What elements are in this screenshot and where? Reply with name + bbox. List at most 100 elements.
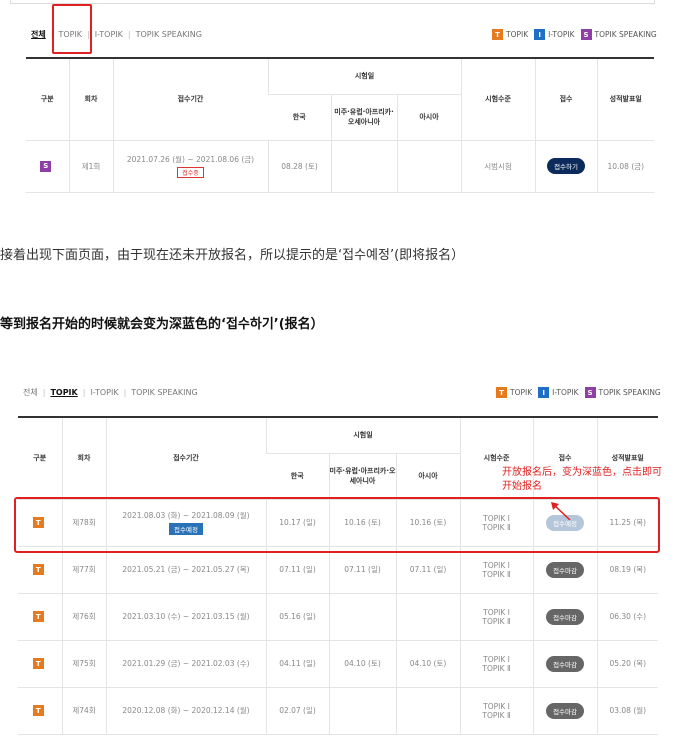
americas-cell [328,593,396,641]
level-cell: TOPIK Ⅰ TOPIK Ⅱ [459,640,534,688]
type-badge-icon: S [40,160,52,172]
table-row: T 제77회 2021.05.21 (금) ~ 2021.05.27 (목) 07.1… [18,546,659,594]
legend-1: T TOPIK I I-TOPIK S TOPIK SPEAKING [486,29,657,40]
period-text: 2020.12.08 (화) ~ 2020.12.14 (월) [122,706,250,715]
round-text: 제75회 [72,659,96,668]
apply-cell: 접수하기 [534,140,598,193]
col-type: 구분 [18,416,62,500]
legend-item[interactable]: I I-TOPIK [534,29,575,40]
type-badge-icon: T [32,658,44,669]
level-text: TOPIK Ⅱ [482,616,511,626]
instruction-text-1: 接着出现下面页面，由于现在还未开放报名，所以提示的是‘접수예정’(即将报名） [0,248,465,263]
type-cell: T [18,546,62,594]
filter-tab[interactable]: I-TOPIK [90,30,128,39]
round-text: 제1회 [81,161,101,171]
apply-cell: 접수마감 [532,640,598,688]
type-badge-icon: T [32,611,44,622]
period-cell: 2021.03.10 (수) ~ 2021.03.15 (월) [105,593,266,641]
asia-cell [395,593,461,641]
legend-badge-icon: S [584,387,596,398]
korea-cell: 08.28 (토) [267,140,331,193]
exam-table-2: 구분 회차 접수기간 시험일 시험수준 접수 성적발표일 한국 미주·유럽·아프… [18,416,659,735]
result-text: 06.30 (수) [609,612,647,621]
legend-item[interactable]: T TOPIK [496,387,532,398]
result-text: 03.08 (월) [609,706,647,715]
filter-tab[interactable]: TOPIK SPEAKING [126,388,202,397]
result-cell: 10.08 (금) [596,140,655,193]
filter-tab[interactable]: TOPIK [45,388,82,397]
asia-cell: 07.11 (일) [395,546,461,594]
legend-label: I-TOPIK [552,388,579,397]
level-text: TOPIK Ⅰ [483,701,510,711]
table-row: S 제1회 2021.07.26 (월) ~ 2021.08.06 (금) 접수중 08… [26,140,655,193]
legend-2: T TOPIK I I-TOPIK S TOPIK SPEAKING [490,387,661,398]
table-row: T 제75회 2021.01.29 (금) ~ 2021.02.03 (수) 04.1… [18,640,659,688]
asia-cell [395,687,461,735]
legend-label: I-TOPIK [548,30,575,39]
col-americas: 미주·유럽·아프리카·오세아니아 [330,94,397,141]
period-cell: 2021.05.21 (금) ~ 2021.05.27 (목) [105,546,266,594]
asia-cell: 04.10 (토) [395,640,461,688]
apply-button[interactable]: 접수마감 [546,561,584,578]
apply-cell: 접수마감 [532,546,598,594]
filter-tabs-2: 전체 | TOPIK | I-TOPIK | TOPIK SPEAKING [18,387,203,398]
level-text: TOPIK Ⅰ [483,654,510,664]
legend-item[interactable]: I I-TOPIK [538,387,579,398]
level-cell: TOPIK Ⅰ TOPIK Ⅱ [459,593,534,641]
table-row: T 제74회 2020.12.08 (화) ~ 2020.12.14 (월) 02.0… [18,687,659,735]
status-tag: 접수중 [177,167,204,178]
result-cell: 06.30 (수) [596,593,659,641]
legend-item[interactable]: S TOPIK SPEAKING [580,29,657,40]
date-text: 04.11 (일) [279,659,316,668]
type-cell: T [18,687,62,735]
apply-button[interactable]: 접수하기 [547,158,585,174]
date-text: 05.16 (일) [279,612,316,621]
period-text: 2021.01.29 (금) ~ 2021.02.03 (수) [122,659,250,668]
col-period: 접수기간 [112,57,268,141]
filter-tab[interactable]: 전체 [18,387,43,398]
level-text: TOPIK Ⅱ [482,663,511,673]
date-text: 04.10 (토) [344,659,381,668]
col-round: 회차 [68,57,113,141]
col-result: 성적발표일 [596,57,655,141]
period-cell: 2020.12.08 (화) ~ 2020.12.14 (월) [105,687,266,735]
result-cell: 03.08 (월) [596,687,659,735]
result-text: 08.19 (목) [609,565,647,574]
date-text: 07.11 (일) [344,565,381,574]
apply-button[interactable]: 접수마감 [546,608,584,625]
apply-button[interactable]: 접수마감 [546,702,584,719]
level-cell: TOPIK Ⅰ TOPIK Ⅱ [459,687,534,735]
date-text: 08.28 (토) [281,161,318,171]
col-korea: 한국 [266,453,329,500]
col-level: 시험수준 [460,57,536,141]
period-text: 2021.07.26 (월) ~ 2021.08.06 (금) [126,155,255,164]
americas-cell: 04.10 (토) [328,640,396,688]
korea-cell: 07.11 (일) [265,546,329,594]
date-text: 07.11 (일) [279,565,316,574]
instruction-text-2: 等到报名开始的时候就会变为深蓝色的‘접수하기’(报名） [0,317,324,332]
col-apply: 접수 [534,57,598,141]
period-text: 2021.03.10 (수) ~ 2021.03.15 (월) [122,612,250,621]
col-korea: 한국 [268,94,331,141]
round-cell: 제75회 [61,640,106,688]
filter-tab[interactable]: I-TOPIK [85,388,123,397]
date-text: 02.07 (일) [279,706,316,715]
apply-button[interactable]: 접수마감 [546,655,584,672]
filter-tab[interactable]: TOPIK SPEAKING [131,30,207,39]
korea-cell: 02.07 (일) [265,687,329,735]
americas-cell [328,687,396,735]
level-text: TOPIK Ⅰ [483,560,510,570]
legend-badge-icon: S [580,29,592,40]
apply-cell: 접수마감 [532,593,598,641]
round-cell: 제1회 [68,140,113,193]
type-badge-icon: T [32,564,44,575]
legend-item[interactable]: T TOPIK [492,29,528,40]
round-text: 제76회 [72,612,96,621]
type-cell: T [18,593,62,641]
round-text: 제77회 [72,565,96,574]
round-text: 제74회 [72,706,96,715]
americas-cell [330,140,397,193]
legend-badge-icon: I [534,29,546,40]
filter-tab[interactable]: 전체 [26,29,51,40]
legend-item[interactable]: S TOPIK SPEAKING [584,387,661,398]
